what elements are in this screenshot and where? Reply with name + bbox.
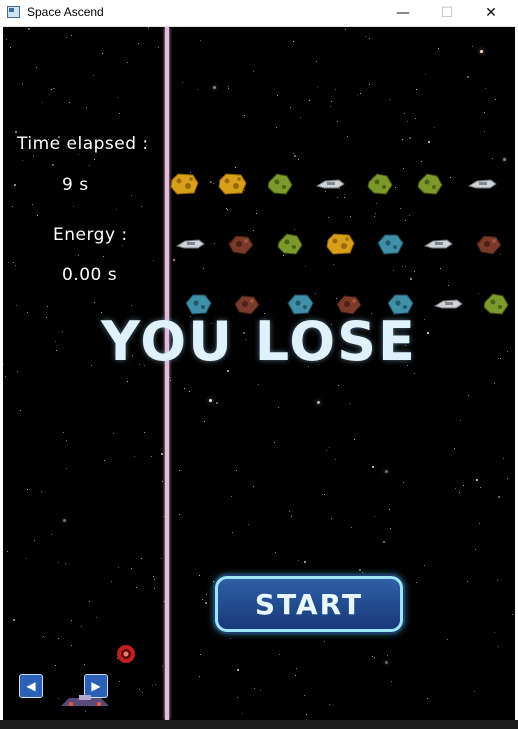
you-lose-banner: YOU LOSE <box>101 310 417 373</box>
close-icon[interactable]: ✕ <box>468 0 514 26</box>
mossy-asteroid-icon <box>415 172 445 196</box>
time-elapsed-label: Time elapsed : <box>17 134 149 154</box>
cheese-asteroid-icon <box>217 172 247 196</box>
teal-asteroid-icon <box>375 232 405 256</box>
taskbar <box>0 720 518 729</box>
mossy-asteroid-icon <box>275 232 305 256</box>
mossy-asteroid-icon <box>365 172 395 196</box>
cheese-asteroid-icon <box>169 172 199 196</box>
left-arrow-icon: ◀ <box>26 679 36 693</box>
silver-ship-icon <box>315 172 345 196</box>
energy-value: 0.00 s <box>62 265 118 285</box>
cheese-asteroid-icon <box>325 232 355 256</box>
energy-label: Energy : <box>53 225 128 245</box>
rocky-asteroid-icon <box>473 232 503 256</box>
maximize-icon[interactable]: ☐ <box>424 0 470 26</box>
silver-ship-icon <box>175 232 205 256</box>
mine-icon <box>115 643 137 665</box>
silver-ship-icon <box>423 232 453 256</box>
lane-divider <box>165 27 169 720</box>
silver-ship-icon <box>467 172 497 196</box>
game-canvas[interactable]: Time elapsed : 9 s Energy : 0.00 s YOU L… <box>3 27 515 720</box>
time-elapsed-value: 9 s <box>62 175 89 195</box>
player-ship-icon <box>59 693 111 707</box>
left-arrow-button[interactable]: ◀ <box>19 674 43 698</box>
minimize-icon[interactable]: — <box>380 0 426 26</box>
window-title: Space Ascend <box>27 5 104 19</box>
right-arrow-icon: ▶ <box>91 679 101 693</box>
start-button[interactable]: START <box>215 576 403 632</box>
start-button-label: START <box>254 587 364 621</box>
window-titlebar: Space Ascend — ☐ ✕ <box>0 0 518 27</box>
app-icon <box>7 6 20 18</box>
rocky-asteroid-icon <box>225 232 255 256</box>
mossy-asteroid-icon <box>265 172 295 196</box>
